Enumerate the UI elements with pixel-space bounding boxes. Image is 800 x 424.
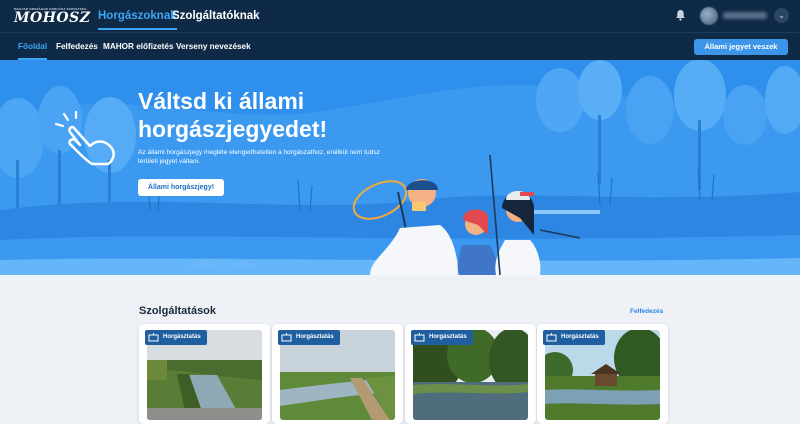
tab-horgaszoknak[interactable]: Horgászoknak bbox=[98, 0, 177, 32]
service-badge: Horgásztatás bbox=[278, 330, 340, 345]
service-card[interactable]: Horgásztatás bbox=[272, 324, 403, 424]
service-type-icon bbox=[546, 333, 557, 342]
service-badge: Horgásztatás bbox=[411, 330, 473, 345]
subnav-item-verseny[interactable]: Verseny nevezések bbox=[176, 33, 251, 60]
buy-state-ticket-button[interactable]: Állami jegyet veszek bbox=[694, 39, 788, 55]
hero-illustration bbox=[0, 60, 800, 275]
services-title: Szolgáltatások bbox=[139, 305, 217, 317]
tap-hand-icon bbox=[54, 110, 115, 166]
service-card[interactable]: Horgásztatás bbox=[139, 324, 270, 424]
hero-banner: Váltsd ki állami horgászjegyedet! Az áll… bbox=[0, 60, 800, 275]
hero-description: Az állami horgászjegy megléte elengedhet… bbox=[138, 149, 380, 165]
service-badge-label: Horgásztatás bbox=[163, 334, 201, 340]
bell-icon[interactable] bbox=[675, 9, 686, 21]
subnav-item-mahor[interactable]: MAHOR előfizetés bbox=[103, 33, 174, 60]
state-ticket-button[interactable]: Állami horgászjegy! bbox=[138, 179, 224, 196]
sub-navbar: Főoldal Felfedezés MAHOR előfizetés Vers… bbox=[0, 32, 800, 60]
subnav-item-fooldal[interactable]: Főoldal bbox=[18, 33, 48, 60]
service-type-icon bbox=[148, 333, 159, 342]
avatar[interactable] bbox=[700, 7, 718, 25]
service-type-icon bbox=[414, 333, 425, 342]
service-badge-label: Horgásztatás bbox=[296, 334, 334, 340]
service-badge-label: Horgásztatás bbox=[561, 334, 599, 340]
service-badge: Horgásztatás bbox=[145, 330, 207, 345]
tab-szolgaltatoknak[interactable]: Szolgáltatóknak bbox=[172, 0, 260, 32]
service-type-icon bbox=[281, 333, 292, 342]
service-card[interactable]: Horgásztatás bbox=[537, 324, 668, 424]
user-name-blurred[interactable] bbox=[723, 12, 767, 19]
hero-title: Váltsd ki állami horgászjegyedet! bbox=[138, 88, 328, 142]
service-badge-label: Horgásztatás bbox=[429, 334, 467, 340]
service-badge: Horgásztatás bbox=[543, 330, 605, 345]
logo-text: MOHOSZ bbox=[14, 10, 91, 26]
service-card[interactable]: Horgásztatás bbox=[405, 324, 536, 424]
subnav-item-felfedezes[interactable]: Felfedezés bbox=[56, 33, 98, 60]
mohosz-logo[interactable]: MAGYAR ORSZÁGOS HORGÁSZ SZÖVETSÉG MOHOSZ bbox=[14, 7, 91, 26]
chevron-down-icon[interactable]: ⌄ bbox=[774, 8, 789, 23]
explore-link[interactable]: Felfedezés bbox=[630, 308, 663, 315]
top-navbar: MAGYAR ORSZÁGOS HORGÁSZ SZÖVETSÉG MOHOSZ… bbox=[0, 0, 800, 32]
